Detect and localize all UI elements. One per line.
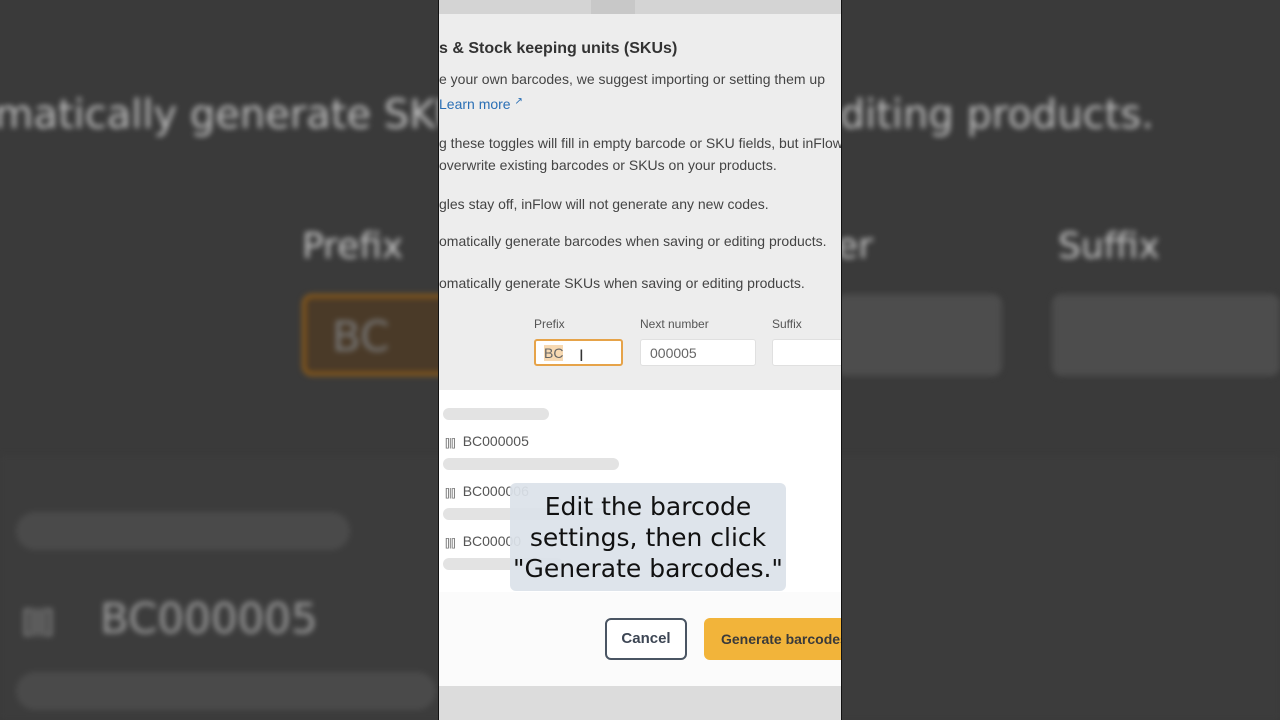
cancel-button[interactable]: Cancel	[605, 618, 687, 660]
background-next-box	[836, 294, 1002, 376]
panel-bottom-strip	[439, 686, 841, 720]
toggle-barcodes-label[interactable]: omatically generate barcodes when saving…	[439, 233, 827, 249]
note-toggles-off: gles stay off, inFlow will not generate …	[439, 196, 769, 212]
preview-code-row: [|||] BC000005	[445, 433, 529, 449]
dialog-panel: s & Stock keeping units (SKUs) e your ow…	[438, 0, 842, 720]
learn-more-link[interactable]: Learn more ↗	[439, 96, 523, 112]
barcode-icon: [|||]	[445, 487, 456, 499]
text-cursor-icon: I	[579, 346, 584, 365]
panel-top-handle	[591, 0, 635, 14]
next-number-label: Next number	[640, 317, 709, 331]
caption-line: "Generate barcodes."	[513, 554, 783, 583]
note-line-1: g these toggles will fill in empty barco…	[439, 135, 842, 151]
background-skeleton-bar-2	[16, 672, 436, 710]
barcode-icon: [|||]	[445, 437, 456, 449]
suffix-label: Suffix	[772, 317, 802, 331]
background-skeleton-bar	[16, 512, 350, 550]
background-suffix-label: Suffix	[1058, 226, 1160, 267]
background-code: BC000005	[100, 594, 318, 643]
caption-overlay: Edit the barcode settings, then click "G…	[510, 483, 786, 591]
skeleton-bar	[443, 408, 549, 420]
note-line-2: overwrite existing barcodes or SKUs on y…	[439, 157, 777, 173]
caption-line: settings, then click	[529, 523, 767, 552]
dialog-title: s & Stock keeping units (SKUs)	[439, 40, 678, 57]
generate-barcodes-button[interactable]: Generate barcodes	[704, 618, 841, 660]
toggle-skus-label[interactable]: omatically generate SKUs when saving or …	[439, 275, 805, 291]
preview-code: BC000005	[462, 433, 529, 449]
barcode-icon: [|||]	[445, 537, 456, 549]
suffix-input[interactable]	[772, 339, 841, 366]
prefix-label: Prefix	[534, 317, 565, 331]
intro-text: e your own barcodes, we suggest importin…	[439, 71, 825, 87]
panel-top-strip	[439, 0, 841, 14]
skeleton-bar	[443, 458, 619, 470]
background-prefix-value: BC	[332, 312, 390, 361]
external-link-icon: ↗	[514, 96, 523, 107]
background-suffix-box	[1052, 294, 1280, 376]
caption-line: Edit the barcode	[544, 492, 752, 521]
prefix-value: BC	[544, 345, 564, 361]
background-barcode-icon: [|||]	[22, 604, 54, 637]
background-prefix-label: Prefix	[302, 226, 404, 267]
next-number-input[interactable]: 000005	[640, 339, 756, 366]
learn-more-label: Learn more	[439, 96, 511, 112]
